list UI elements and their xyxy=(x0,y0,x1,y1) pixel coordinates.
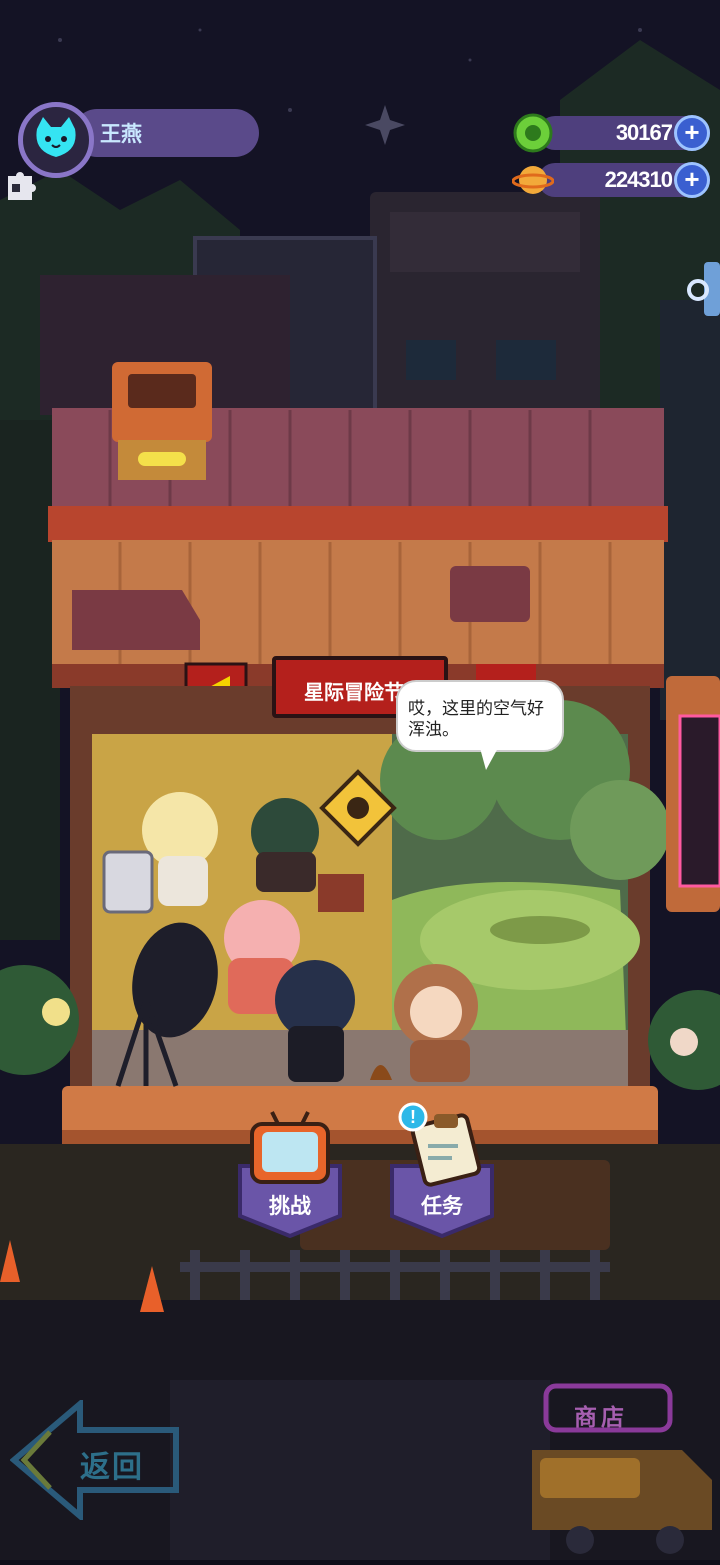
svg-text:!: ! xyxy=(410,1107,416,1127)
back-label: 返回 xyxy=(80,1451,144,1484)
add-planet-coin-button[interactable]: + xyxy=(674,162,710,198)
puzzle-icon[interactable] xyxy=(4,168,38,202)
player-name: 王燕 xyxy=(100,123,142,146)
task-label: 任务 xyxy=(421,1195,463,1218)
game-scene-background xyxy=(0,0,720,1560)
add-green-coin-button[interactable]: + xyxy=(674,115,710,151)
planet-coin-amount: 224310 xyxy=(604,167,673,192)
cat-avatar-icon xyxy=(36,117,76,157)
tv-icon xyxy=(250,1111,330,1184)
planet-coin-icon xyxy=(512,166,554,194)
shop-label: 商店 xyxy=(574,1404,628,1430)
green-coin-icon xyxy=(513,113,553,153)
green-coin-counter: 30167 + xyxy=(512,113,712,153)
challenge-label: 挑战 xyxy=(269,1195,311,1218)
task-button[interactable]: ! 任务 xyxy=(388,1102,496,1240)
green-coin-amount: 30167 xyxy=(615,120,673,145)
task-alert-badge: ! xyxy=(398,1102,428,1132)
dialogue-text: 哎，这里的空气好浑浊。 xyxy=(408,699,544,739)
side-menu-tab-icon[interactable] xyxy=(686,262,720,316)
challenge-button[interactable]: 挑战 xyxy=(236,1110,344,1240)
planet-coin-counter: 224310 + xyxy=(512,161,712,199)
prev-stage-button[interactable] xyxy=(186,664,246,716)
player-avatar[interactable] xyxy=(18,102,94,178)
stage-title: 星际冒险节 xyxy=(304,682,404,704)
speech-tail-icon xyxy=(480,748,498,770)
